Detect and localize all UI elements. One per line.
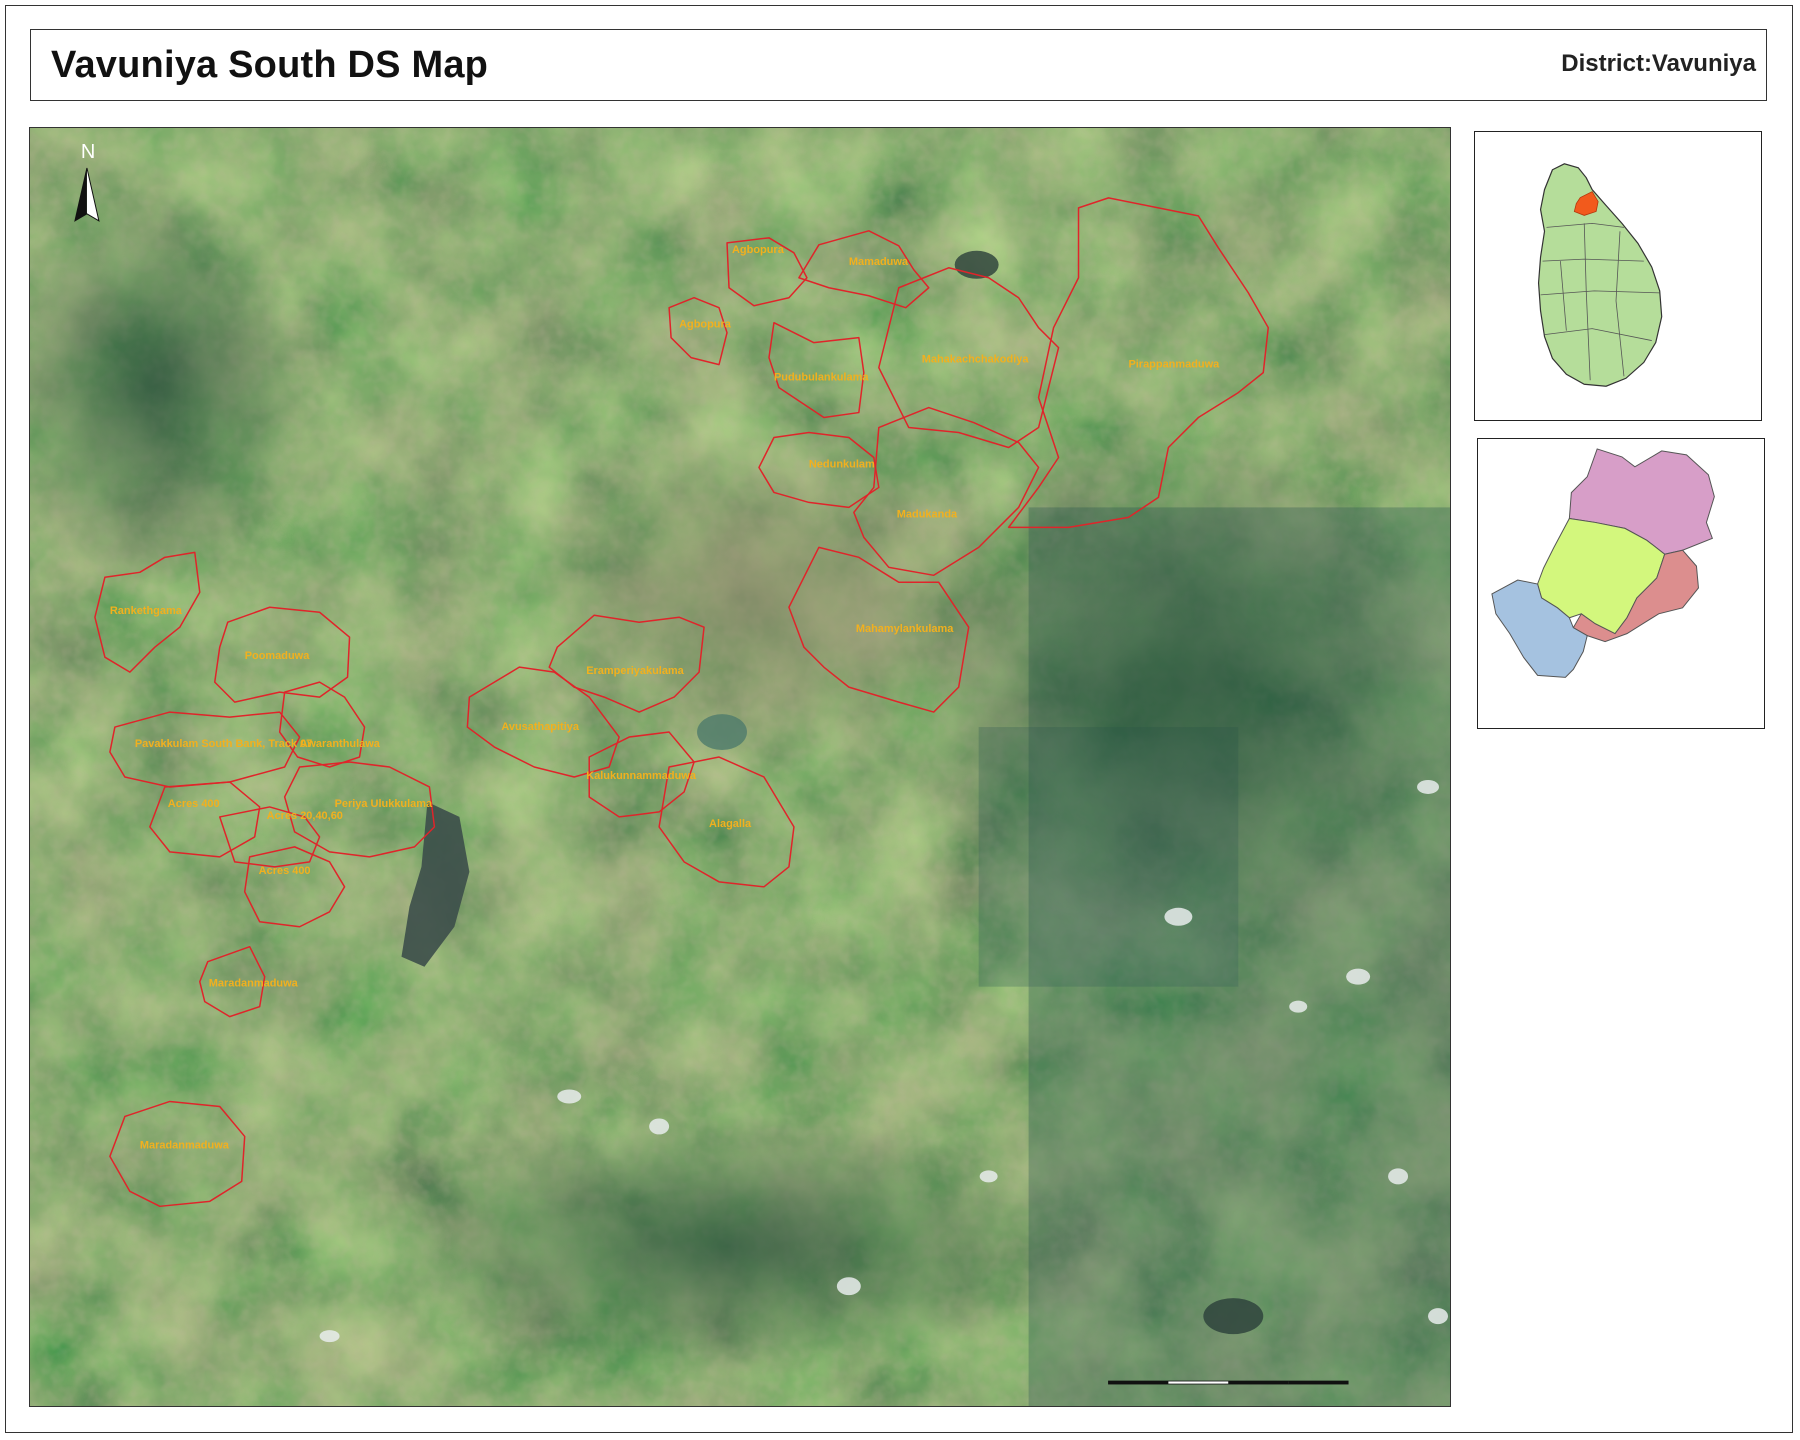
label-pavakkulam-south-bank[interactable]: Pavakkulam South Bank, Track 07 [135, 738, 312, 750]
label-acres-20-40-60[interactable]: Acres 20,40,60 [267, 810, 343, 822]
label-pirappanmaduwa[interactable]: Pirappanmaduwa [1128, 359, 1220, 371]
label-periya-ulukkulama[interactable]: Periya Ulukkulama [335, 798, 433, 810]
label-kalukunnammaduwa[interactable]: Kalukunnammaduwa [586, 770, 697, 782]
label-nedunkulam[interactable]: Nedunkulam [809, 458, 875, 470]
label-awaranthulawa[interactable]: Awaranthulawa [300, 738, 381, 750]
label-poomaduwa[interactable]: Poomaduwa [245, 650, 311, 662]
label-eramperiyakulama[interactable]: Eramperiyakulama [586, 665, 684, 677]
title-box: Vavuniya South DS Map District:Vavuniya [30, 29, 1767, 101]
page-title: Vavuniya South DS Map [51, 44, 489, 86]
scale-bar-icon [1108, 1380, 1349, 1385]
label-agbopura-north[interactable]: Agbopura [732, 244, 785, 256]
label-agbopura-south[interactable]: Agbopura [679, 319, 732, 331]
sri-lanka-locator-inset [1474, 131, 1762, 421]
label-maradanmaduwa-south[interactable]: Maradanmaduwa [140, 1139, 230, 1151]
label-pudubulankulama[interactable]: Pudubulankulama [774, 372, 869, 384]
sri-lanka-locator-map [1537, 163, 1663, 387]
label-mahakachchakodiya[interactable]: Mahakachchakodiya [922, 354, 1030, 366]
label-mahamylankulama[interactable]: Mahamylankulama [856, 623, 954, 635]
label-madukanda[interactable]: Madukanda [897, 508, 958, 520]
label-acres-400-west[interactable]: Acres 400 [168, 798, 220, 810]
ds-division-map [1491, 448, 1715, 678]
satellite-map-canvas: Agbopura Mamaduwa Agbopura Pudubulankula… [30, 128, 1450, 1406]
north-arrow-label: N [81, 141, 95, 163]
ds-division-inset [1477, 438, 1765, 729]
district-label: District:Vavuniya [1561, 50, 1756, 77]
label-avusathapitiya[interactable]: Avusathapitiya [501, 721, 580, 733]
label-maradanmaduwa-north[interactable]: Maradanmaduwa [209, 978, 299, 990]
label-rankethgama[interactable]: Rankethgama [110, 605, 183, 617]
sri-lanka-shape [1537, 163, 1663, 387]
satellite-map[interactable]: Agbopura Mamaduwa Agbopura Pudubulankula… [29, 127, 1451, 1407]
label-mamaduwa[interactable]: Mamaduwa [849, 256, 909, 268]
label-acres-400-south[interactable]: Acres 400 [259, 865, 311, 877]
label-alagalla[interactable]: Alagalla [709, 818, 752, 830]
